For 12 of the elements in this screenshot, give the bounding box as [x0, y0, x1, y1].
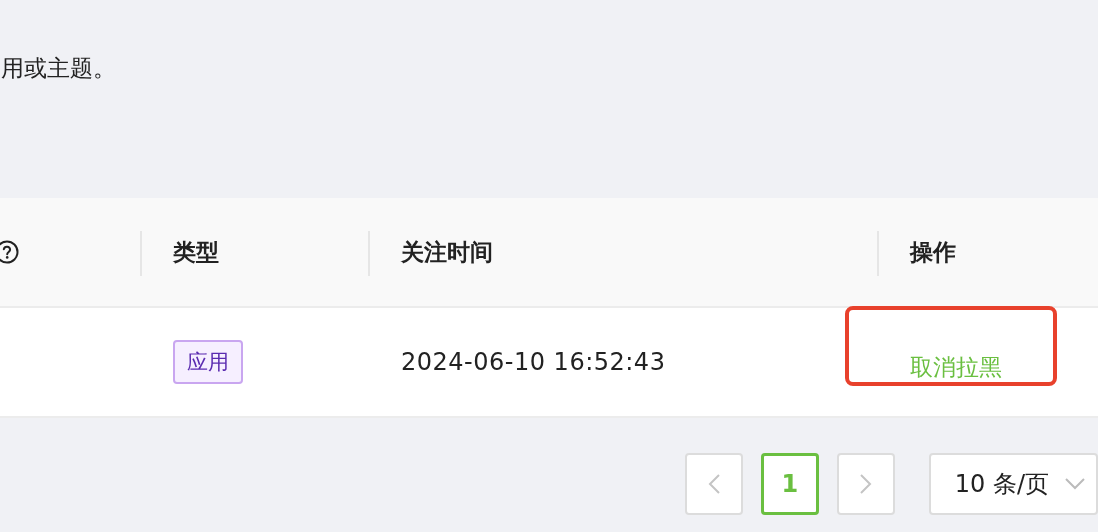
column-header: 操作	[910, 237, 956, 267]
type-tag: 应用	[173, 340, 243, 384]
unblock-link[interactable]: 取消拉黑	[910, 351, 1002, 383]
column-header: 类型	[173, 237, 219, 267]
intro-text: 用或主题。	[1, 54, 117, 83]
page-button[interactable]: 1	[760, 453, 819, 515]
page-size-select[interactable]: 10 条/页	[928, 453, 1098, 515]
chevron-down-icon	[1065, 478, 1086, 490]
column-header: 关注时间	[401, 237, 493, 267]
chevron-right-icon	[858, 473, 873, 495]
follow-time: 2024-06-10 16:52:43	[401, 348, 666, 376]
chevron-left-icon	[706, 473, 721, 495]
